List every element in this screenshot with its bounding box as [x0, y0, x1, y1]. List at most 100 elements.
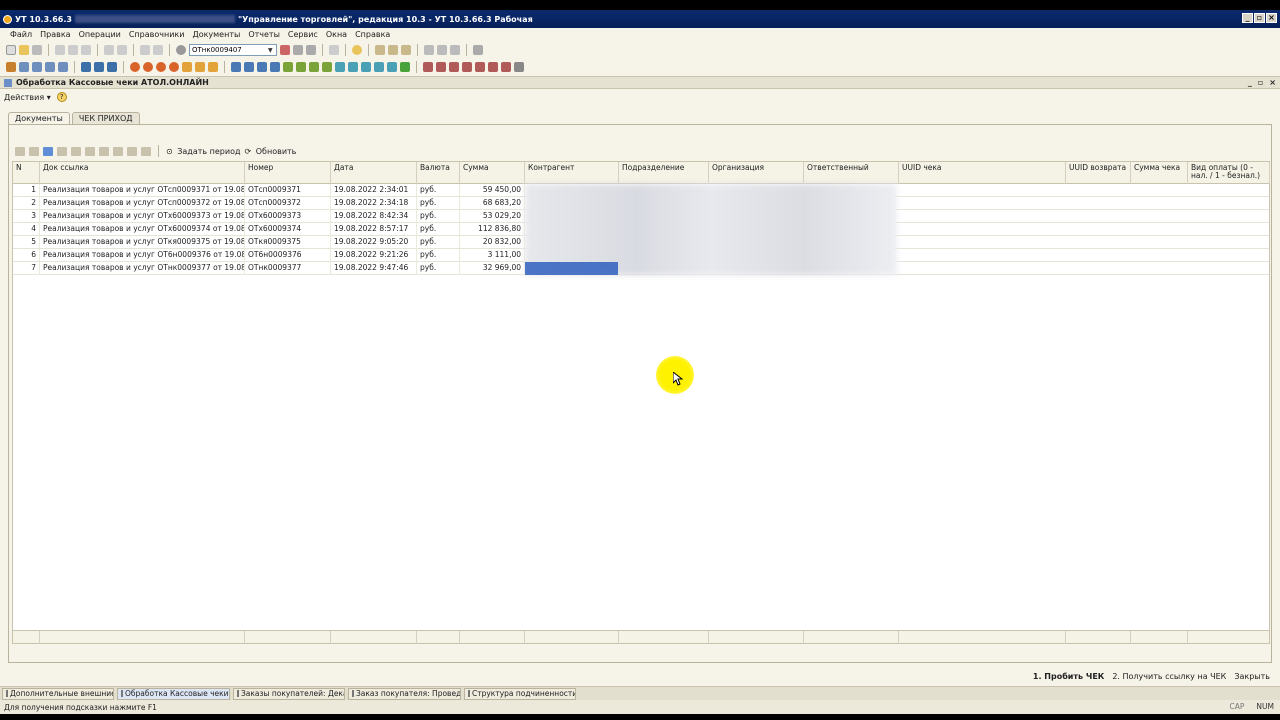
documents-icon[interactable] [32, 62, 42, 72]
cash-icon[interactable] [182, 62, 192, 72]
redo-icon[interactable] [153, 45, 163, 55]
paste-icon[interactable] [81, 45, 91, 55]
col-organization[interactable]: Организация [709, 162, 804, 184]
doc-close-button[interactable]: × [1269, 78, 1276, 87]
col-uuid-return[interactable]: UUID возврата [1066, 162, 1131, 184]
posting-icon[interactable] [283, 62, 293, 72]
save-icon[interactable] [32, 45, 42, 55]
assembly-icon[interactable] [296, 62, 306, 72]
selected-cell[interactable] [525, 262, 618, 275]
filter-icon[interactable] [99, 146, 109, 156]
menu-edit[interactable]: Правка [40, 30, 70, 39]
close-button[interactable]: × [1266, 13, 1277, 23]
search-icon[interactable] [176, 45, 186, 55]
tool-icon[interactable] [473, 45, 483, 55]
window-icon[interactable] [329, 45, 339, 55]
service-5-icon[interactable] [475, 62, 485, 72]
transfer-icon[interactable] [244, 62, 254, 72]
col-counterparty[interactable]: Контрагент [525, 162, 619, 184]
preview-icon[interactable] [117, 45, 127, 55]
order-icon[interactable] [130, 62, 140, 72]
help-icon[interactable]: ? [56, 92, 67, 102]
service-8-icon[interactable] [514, 62, 524, 72]
task-customer-orders[interactable]: Заказы покупателей: Дека... [233, 687, 345, 700]
bank-icon[interactable] [335, 62, 345, 72]
refresh-button[interactable]: ⟳ Обновить [245, 147, 297, 156]
tab-receipt[interactable]: ЧЕК ПРИХОД [71, 112, 140, 124]
sort-desc-icon[interactable] [85, 146, 95, 156]
export-icon[interactable] [400, 62, 410, 72]
pricing-icon[interactable] [309, 62, 319, 72]
col-doc-link[interactable]: Док ссылка [40, 162, 245, 184]
discount-icon[interactable] [322, 62, 332, 72]
close-form-button[interactable]: Закрыть [1234, 672, 1270, 681]
doc-restore-button[interactable]: ▫ [1258, 78, 1263, 87]
sort-asc-icon[interactable] [71, 146, 81, 156]
menu-operations[interactable]: Операции [79, 30, 121, 39]
calendar-icon[interactable] [375, 45, 385, 55]
writeoff-icon[interactable] [270, 62, 280, 72]
info-icon[interactable] [352, 45, 362, 55]
menu-service[interactable]: Сервис [288, 30, 318, 39]
new-icon[interactable] [6, 45, 16, 55]
reports-icon[interactable] [19, 62, 29, 72]
task-ext-processing[interactable]: Дополнительные внешние о... [2, 687, 114, 700]
col-uuid-check[interactable]: UUID чека [899, 162, 1066, 184]
purchase-icon[interactable] [231, 62, 241, 72]
return-icon[interactable] [156, 62, 166, 72]
contract-icon[interactable] [361, 62, 371, 72]
settings-icon[interactable] [107, 62, 117, 72]
chevron-down-icon[interactable]: ▼ [268, 47, 273, 54]
actions-menu[interactable]: Действия ▾ [4, 93, 51, 102]
col-responsible[interactable]: Ответственный [804, 162, 899, 184]
memory-mminus-icon[interactable] [450, 45, 460, 55]
tab-documents[interactable]: Документы [8, 112, 70, 124]
delete-icon[interactable] [29, 146, 39, 156]
search-combo[interactable]: ▼ [189, 44, 277, 56]
move-down-icon[interactable] [57, 146, 67, 156]
get-link-button[interactable]: 2. Получить ссылку на ЧЕК [1112, 672, 1226, 681]
menu-catalogs[interactable]: Справочники [129, 30, 185, 39]
sale-icon[interactable] [143, 62, 153, 72]
undo-icon[interactable] [140, 45, 150, 55]
inventory-icon[interactable] [257, 62, 267, 72]
filter-clear-icon[interactable] [113, 146, 123, 156]
set-period-button[interactable]: ⊙ Задать период [166, 147, 241, 156]
memory-m-icon[interactable] [424, 45, 434, 55]
print-form-icon[interactable] [387, 62, 397, 72]
table-icon[interactable] [94, 62, 104, 72]
menu-reports[interactable]: Отчеты [248, 30, 280, 39]
memory-mplus-icon[interactable] [437, 45, 447, 55]
find-prev-icon[interactable] [306, 45, 316, 55]
minimize-button[interactable]: _ [1242, 13, 1253, 23]
service-7-icon[interactable] [501, 62, 511, 72]
col-date[interactable]: Дата [331, 162, 417, 184]
service-4-icon[interactable] [462, 62, 472, 72]
search-input[interactable] [192, 46, 268, 54]
move-up-icon[interactable] [43, 146, 53, 156]
invoice-icon[interactable] [195, 62, 205, 72]
col-n[interactable]: N [13, 162, 40, 184]
settlement-icon[interactable] [348, 62, 358, 72]
filter-off-icon[interactable] [127, 146, 137, 156]
copy-icon[interactable] [68, 45, 78, 55]
payment-icon[interactable] [169, 62, 179, 72]
menu-documents[interactable]: Документы [192, 30, 240, 39]
edit-icon[interactable] [15, 146, 25, 156]
menu-windows[interactable]: Окна [326, 30, 347, 39]
structure-icon[interactable] [81, 62, 91, 72]
doc-minimize-button[interactable]: _ [1248, 78, 1252, 87]
cut-icon[interactable] [55, 45, 65, 55]
task-subordination[interactable]: Структура подчиненности д... [464, 687, 576, 700]
col-payment-type[interactable]: Вид оплаты (0 - нал. / 1 - безнал.) [1188, 162, 1270, 184]
receipt-icon[interactable] [208, 62, 218, 72]
find-next-icon[interactable] [293, 45, 303, 55]
col-sum[interactable]: Сумма [460, 162, 525, 184]
restore-button[interactable]: ▫ [1254, 13, 1265, 23]
print-icon[interactable] [104, 45, 114, 55]
menu-file[interactable]: Файл [10, 30, 32, 39]
menu-help[interactable]: Справка [355, 30, 390, 39]
task-cash-checks[interactable]: Обработка Кассовые чеки ... [117, 687, 230, 700]
journal-icon[interactable] [45, 62, 55, 72]
currency-icon[interactable] [374, 62, 384, 72]
